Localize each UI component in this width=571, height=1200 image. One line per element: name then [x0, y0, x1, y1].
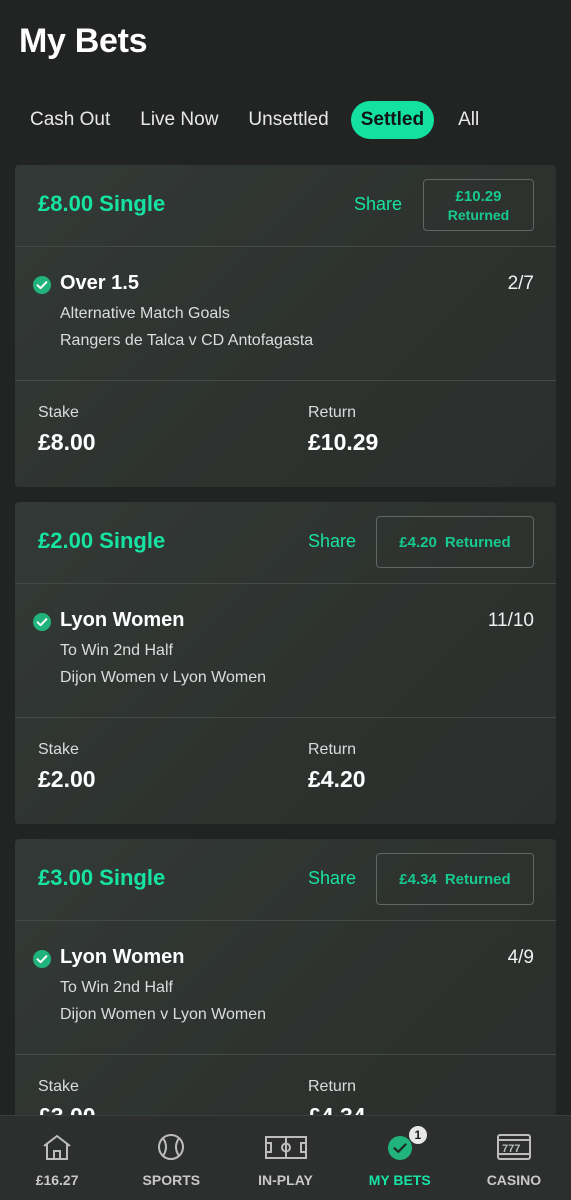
tab-unsettled[interactable]: Unsettled: [234, 101, 342, 139]
share-button[interactable]: Share: [354, 165, 402, 247]
bet-card[interactable]: £2.00 Single Share £4.20 Returned Lyon W…: [15, 502, 556, 824]
returned-amount: £4.20: [399, 533, 437, 551]
returned-amount: £4.34: [399, 870, 437, 888]
stake-return-block: Stake £2.00 Return £4.20: [15, 718, 556, 824]
nav-balance[interactable]: £16.27: [0, 1116, 114, 1200]
bet-title: £2.00 Single: [38, 528, 166, 553]
check-icon: [33, 950, 51, 968]
home-icon: [43, 1135, 71, 1160]
stake-return-block: Stake £8.00 Return £10.29: [15, 381, 556, 487]
bet-title: £8.00 Single: [38, 191, 166, 216]
returned-label: Returned: [444, 870, 511, 888]
nav-label: CASINO: [486, 1172, 542, 1188]
returned-button[interactable]: £4.20 Returned: [376, 516, 534, 568]
check-icon: [33, 613, 51, 631]
check-icon: [33, 276, 51, 294]
selection-odds: 4/9: [507, 947, 534, 968]
bet-card-header: £2.00 Single Share £4.20 Returned: [15, 502, 556, 584]
share-button[interactable]: Share: [308, 502, 356, 584]
share-button[interactable]: Share: [308, 839, 356, 921]
returned-amount: £10.29: [455, 187, 502, 205]
return-label: Return: [308, 741, 357, 758]
tab-settled[interactable]: Settled: [350, 101, 435, 139]
bottom-navigation: £16.27 SPORTS IN-PLAY 1 MY BETS 777 CASI…: [0, 1115, 571, 1200]
selection-odds: 11/10: [487, 610, 534, 631]
returned-button[interactable]: £10.29 Returned: [423, 179, 534, 231]
selection-name: Lyon Women: [60, 946, 185, 968]
return-value: £10.29: [308, 429, 379, 455]
return-value: £4.20: [308, 766, 366, 792]
slot-machine-icon: 777: [496, 1134, 531, 1160]
selection-name: Lyon Women: [60, 609, 185, 631]
return-label: Return: [308, 404, 357, 421]
bet-card-header: £3.00 Single Share £4.34 Returned: [15, 839, 556, 921]
selection-event: Dijon Women v Lyon Women: [60, 1006, 267, 1023]
selection-market: Alternative Match Goals: [60, 305, 230, 322]
page-title: My Bets: [19, 22, 148, 60]
stake-label: Stake: [38, 741, 79, 758]
bet-filter-tabs: Cash Out Live Now Unsettled Settled All: [16, 101, 495, 139]
nav-casino[interactable]: 777 CASINO: [457, 1116, 571, 1200]
tab-all[interactable]: All: [444, 101, 493, 139]
selection-odds: 2/7: [507, 273, 534, 294]
stake-value: £2.00: [38, 766, 96, 792]
selection-block: Lyon Women 4/9 To Win 2nd Half Dijon Wom…: [15, 921, 556, 1055]
selection-event: Dijon Women v Lyon Women: [60, 669, 267, 686]
selection-name: Over 1.5: [60, 272, 139, 294]
bet-card-header: £8.00 Single Share £10.29 Returned: [15, 165, 556, 247]
returned-button[interactable]: £4.34 Returned: [376, 853, 534, 905]
bets-count-badge: 1: [408, 1126, 427, 1144]
returned-label: Returned: [444, 533, 511, 551]
tab-live-now[interactable]: Live Now: [126, 101, 232, 139]
bet-card[interactable]: £8.00 Single Share £10.29 Returned Over …: [15, 165, 556, 487]
selection-market: To Win 2nd Half: [60, 979, 173, 996]
nav-label: IN-PLAY: [258, 1172, 313, 1188]
nav-label: £16.27: [35, 1172, 79, 1188]
returned-label: Returned: [447, 206, 510, 223]
selection-block: Lyon Women 11/10 To Win 2nd Half Dijon W…: [15, 584, 556, 718]
bet-card[interactable]: £3.00 Single Share £4.34 Returned Lyon W…: [15, 839, 556, 1161]
nav-in-play[interactable]: IN-PLAY: [228, 1116, 342, 1200]
stake-label: Stake: [38, 1078, 79, 1095]
nav-sports[interactable]: SPORTS: [114, 1116, 228, 1200]
selection-event: Rangers de Talca v CD Antofagasta: [60, 332, 314, 349]
svg-text:777: 777: [502, 1143, 520, 1155]
nav-label: MY BETS: [368, 1172, 431, 1188]
tennis-ball-icon: [158, 1134, 185, 1160]
selection-market: To Win 2nd Half: [60, 642, 173, 659]
pitch-icon: [264, 1136, 307, 1159]
stake-label: Stake: [38, 404, 79, 421]
bet-title: £3.00 Single: [38, 865, 166, 890]
nav-label: SPORTS: [142, 1172, 201, 1188]
selection-block: Over 1.5 2/7 Alternative Match Goals Ran…: [15, 247, 556, 381]
tab-cash-out[interactable]: Cash Out: [16, 101, 124, 139]
return-label: Return: [308, 1078, 357, 1095]
nav-my-bets[interactable]: 1 MY BETS: [343, 1116, 457, 1200]
stake-value: £8.00: [38, 429, 96, 455]
